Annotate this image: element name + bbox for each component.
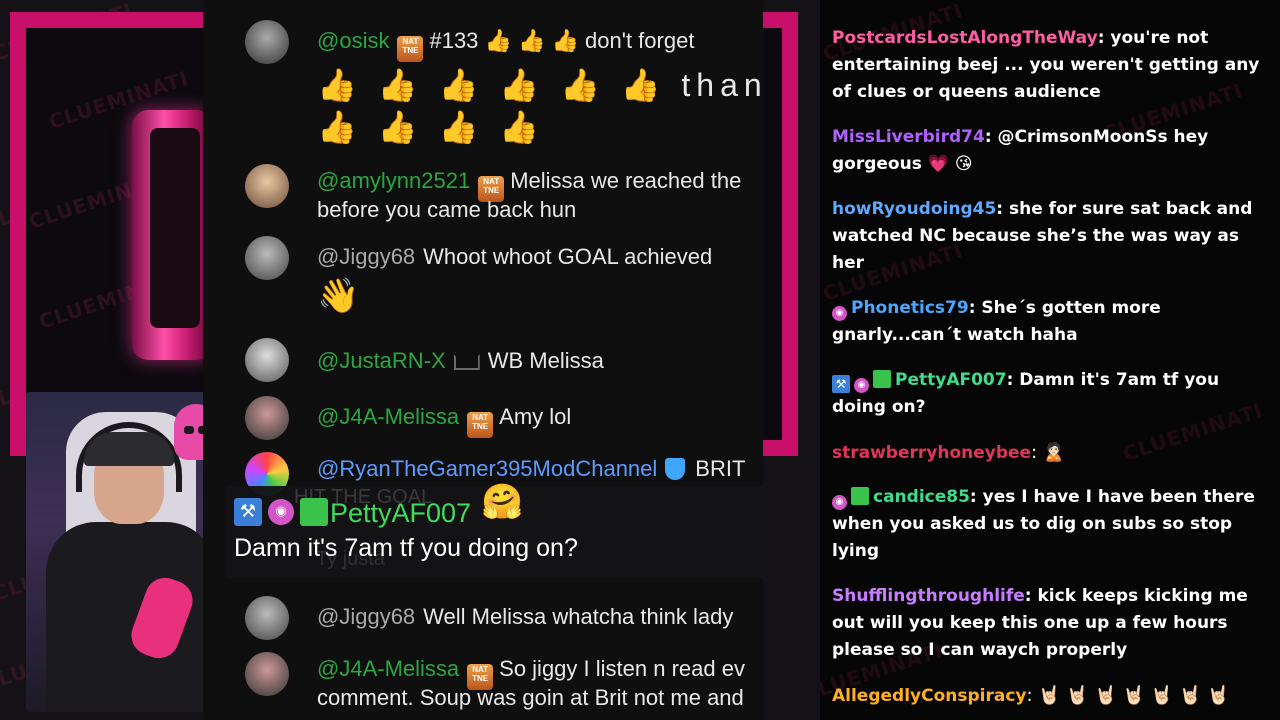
chat-message: MissLiverbird74: @CrimsonMoonSs hey gorg…	[832, 124, 1272, 178]
chat-message: ⚒ ◉ PettyAF007: Damn it's 7am tf you doing…	[832, 367, 1272, 421]
chat-message: ◉ Phonetics79: She´s gotten more gnarly..…	[832, 295, 1272, 349]
crown-badge-icon	[453, 350, 480, 370]
avatar	[245, 652, 289, 696]
brain-icon: ◉	[832, 495, 847, 510]
chat-text-line2: 👍 👍 👍 👍 👍 👍 thank you 👍	[317, 67, 763, 103]
chat-username[interactable]: @amylynn2521	[317, 168, 470, 193]
gift-icon	[300, 498, 328, 526]
hug-emoji: 🤗	[481, 482, 524, 522]
avatar	[245, 236, 289, 280]
chat-message: strawberryhoneybee: 🙎🏻	[832, 439, 1272, 467]
chat-text-line2: comment. Soup was goin at Brit not me an…	[317, 685, 744, 710]
chat-text-line3: 👍 👍 👍 👍	[317, 109, 546, 145]
chat-username[interactable]: strawberryhoneybee	[832, 443, 1031, 463]
chat-text: BRIT	[695, 456, 746, 481]
chat-username[interactable]: PostcardsLostAlongTheWay	[832, 28, 1098, 48]
chat-text: WB Melissa	[487, 348, 604, 373]
chat-username[interactable]: Shufflingthroughlife	[832, 586, 1025, 606]
brain-icon: ◉	[854, 378, 869, 393]
chat-text: : 🤘🏻 🤘🏻 🤘🏻 🤘🏻 🤘🏻 🤘🏻 🤘🏻	[1026, 685, 1230, 706]
chat-username[interactable]: @Jiggy68	[317, 244, 415, 269]
featured-username: PettyAF007	[330, 498, 472, 528]
chat-username[interactable]: @J4A-Melissa	[317, 656, 459, 681]
chat-username[interactable]: candice85	[873, 487, 970, 507]
streamer-body	[46, 522, 216, 712]
featured-text: Damn it's 7am tf you doing on?	[234, 534, 578, 562]
cap	[84, 432, 174, 466]
chat-message: Shufflingthroughlife: kick keeps kicking…	[832, 583, 1272, 664]
chat-username[interactable]: @Jiggy68	[317, 604, 415, 629]
chat-username[interactable]: @osisk	[317, 28, 389, 53]
hammer-icon: ⚒	[234, 498, 262, 526]
chat-username[interactable]: @J4A-Melissa	[317, 404, 459, 429]
chat-text: Whoot whoot GOAL achieved	[423, 244, 713, 269]
gift-icon	[851, 487, 869, 505]
webcam-feed	[26, 392, 226, 712]
chat-message: AllegedlyConspiracy: 🤘🏻 🤘🏻 🤘🏻 🤘🏻 🤘🏻 🤘🏻 🤘…	[832, 682, 1272, 710]
chat-text-line2: before you came back hun	[317, 197, 577, 222]
avatar	[245, 164, 289, 208]
chat-username[interactable]: AllegedlyConspiracy	[832, 686, 1027, 706]
moderator-shield-icon	[665, 458, 686, 480]
member-badge-icon: NAT TNE	[467, 412, 494, 438]
member-badge-icon: NAT TNE	[397, 36, 424, 62]
brain-icon: ◉	[832, 306, 847, 321]
avatar	[245, 20, 289, 64]
chat-text: : 🙎🏻	[1031, 442, 1066, 463]
chat-text: So jiggy I listen n read ev	[499, 656, 745, 681]
chat-text: #133 👍 👍 👍 don't forget	[429, 28, 695, 53]
chat-message: PostcardsLostAlongTheWay: you're not ent…	[832, 25, 1272, 106]
avatar	[245, 338, 289, 382]
featured-message: HIT THE GOAL Ty justa ⚒ ◉ PettyAF007 🤗 D…	[226, 482, 766, 578]
avatar	[245, 396, 289, 440]
twitch-chat-panel[interactable]: CLUEMINATI CLUEMINATI CLUEMINATI CLUEMIN…	[820, 0, 1280, 720]
chat-message: howRyoudoing45: she for sure sat back an…	[832, 196, 1272, 277]
chat-username[interactable]: @JustaRN-X	[317, 348, 446, 373]
brain-icon: ◉	[268, 499, 294, 525]
chat-username[interactable]: Phonetics79	[851, 298, 969, 318]
chat-text: Well Melissa whatcha think lady	[423, 604, 734, 629]
hammer-icon: ⚒	[832, 375, 850, 393]
youtube-chat-panel[interactable]: @osisk NAT TNE #133 👍 👍 👍 don't forget 👍 👍 …	[203, 0, 763, 720]
chat-username[interactable]: @RyanTheGamer395ModChannel	[317, 456, 657, 481]
gift-icon	[873, 370, 891, 388]
chat-text: Amy lol	[499, 404, 572, 429]
chat-message: ◉ candice85: yes I have I have been there…	[832, 484, 1272, 565]
wave-emoji: 👋	[317, 277, 360, 315]
avatar	[245, 596, 289, 640]
chat-text: Melissa we reached the	[510, 168, 742, 193]
chat-username[interactable]: MissLiverbird74	[832, 127, 985, 147]
chat-username[interactable]: howRyoudoing45	[832, 199, 996, 219]
neon-logo-inner	[150, 128, 200, 328]
chat-username[interactable]: PettyAF007	[895, 370, 1007, 390]
